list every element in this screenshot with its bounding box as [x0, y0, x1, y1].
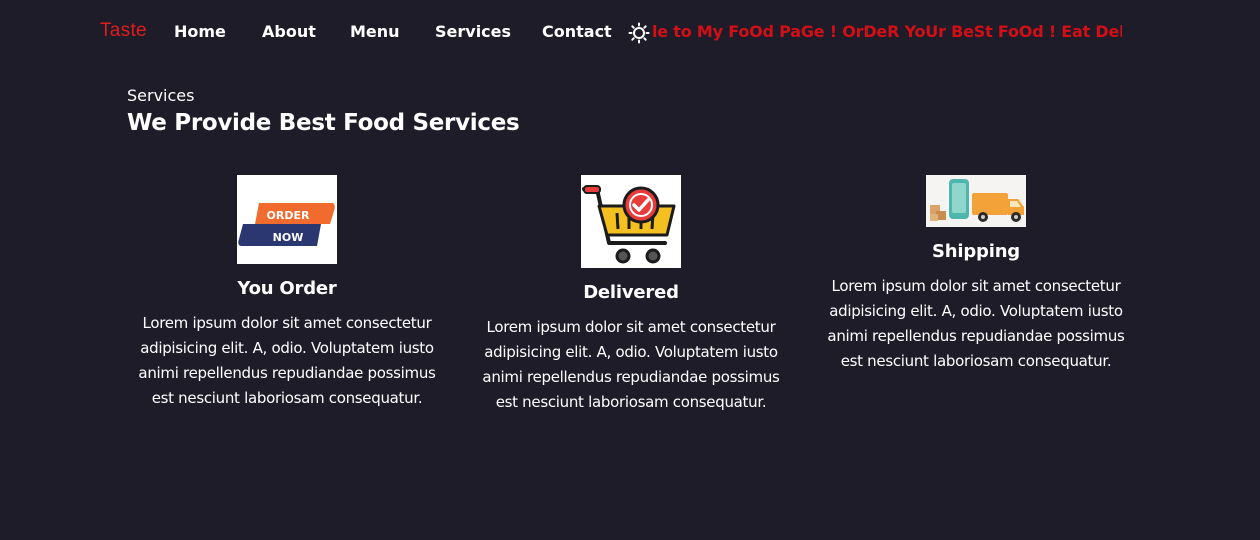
service-card-text: Lorem ipsum dolor sit amet consectetur a…: [138, 314, 436, 407]
service-card-text: Lorem ipsum dolor sit amet consectetur a…: [482, 318, 780, 411]
service-card-title: You Order: [237, 278, 337, 299]
page: Taste Home About Menu Services Contact l…: [0, 0, 1260, 540]
shopping-cart-check-icon: [581, 175, 681, 268]
now-image-text: NOW: [273, 231, 304, 244]
section-eyebrow: Services: [127, 86, 195, 105]
order-image-text: ORDER: [267, 209, 310, 222]
service-card-text: Lorem ipsum dolor sit amet consectetur a…: [827, 277, 1125, 370]
marquee-text: le to My FoOd PaGe ! OrDeR YoUr BeSt FoO…: [652, 22, 1122, 41]
section-title: We Provide Best Food Services: [127, 110, 520, 136]
sun-icon[interactable]: [628, 22, 650, 44]
welcome-marquee: le to My FoOd PaGe ! OrDeR YoUr BeSt FoO…: [652, 22, 1122, 44]
nav-link-home[interactable]: Home: [174, 22, 226, 41]
nav-link-menu[interactable]: Menu: [350, 22, 400, 41]
nav-link-about[interactable]: About: [262, 22, 316, 41]
service-card-title: Delivered: [583, 282, 679, 303]
service-card-delivered: Delivered Lorem ipsum dolor sit amet con…: [466, 175, 796, 415]
order-now-icon: ORDER NOW: [237, 175, 337, 264]
nav-link-services[interactable]: Services: [435, 22, 511, 41]
service-card-shipping: Shipping Lorem ipsum dolor sit amet cons…: [811, 175, 1141, 374]
nav-link-contact[interactable]: Contact: [542, 22, 612, 41]
top-navbar: Taste Home About Menu Services Contact l…: [0, 0, 1260, 64]
brand-logo[interactable]: Taste: [100, 20, 147, 42]
service-card-title: Shipping: [932, 241, 1020, 262]
service-card-order: ORDER NOW You Order Lorem ipsum dolor si…: [122, 175, 452, 411]
delivery-truck-icon: [926, 175, 1026, 227]
